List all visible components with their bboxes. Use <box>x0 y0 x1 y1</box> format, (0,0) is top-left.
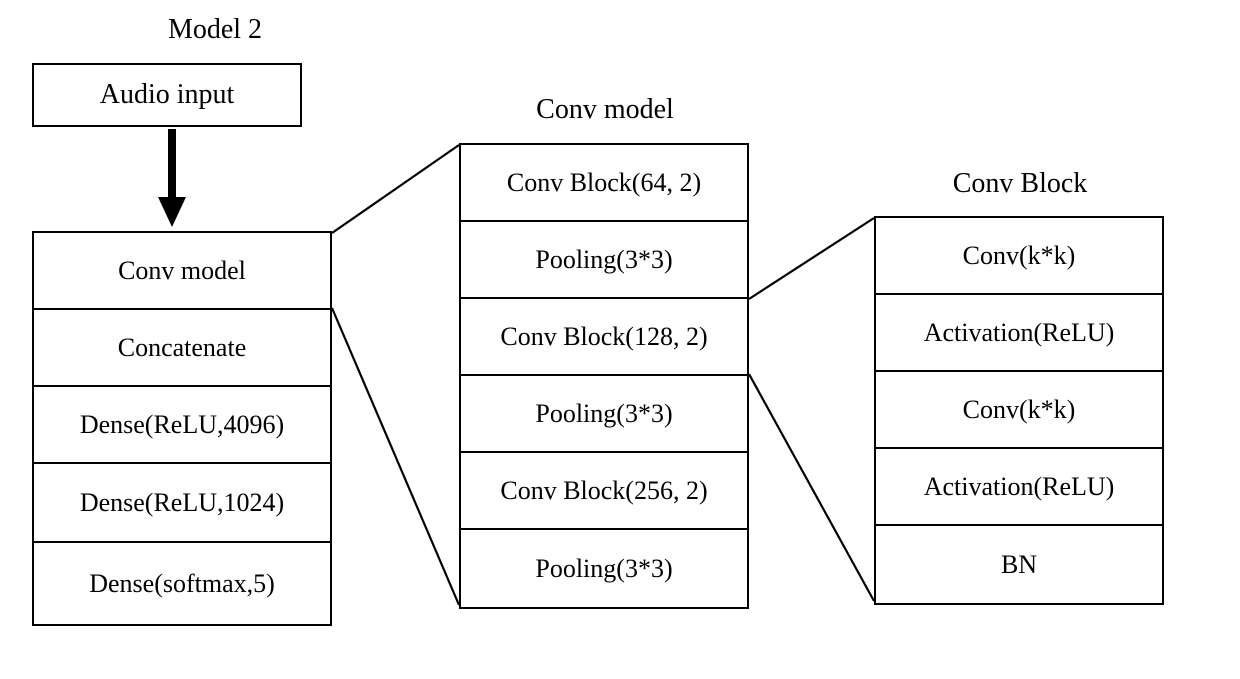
conv-block-layer-2: Conv(k*k) <box>876 372 1162 449</box>
conv-model-stack: Conv Block(64, 2) Pooling(3*3) Conv Bloc… <box>459 143 749 609</box>
title-conv-model: Conv model <box>505 94 705 126</box>
conv-model-layer-1: Pooling(3*3) <box>461 222 747 299</box>
model2-layer-3: Dense(ReLU,1024) <box>34 464 330 543</box>
conv-block-layer-3: Activation(ReLU) <box>876 449 1162 526</box>
arrow-input-to-model <box>152 127 192 231</box>
conv-model-layer-4: Conv Block(256, 2) <box>461 453 747 530</box>
conv-model-layer-0: Conv Block(64, 2) <box>461 145 747 222</box>
model2-layer-4: Dense(softmax,5) <box>34 543 330 624</box>
conv-block-layer-1: Activation(ReLU) <box>876 295 1162 372</box>
conv-model-layer-2: Conv Block(128, 2) <box>461 299 747 376</box>
conv-block-layer-4: BN <box>876 526 1162 603</box>
model2-stack: Conv model Concatenate Dense(ReLU,4096) … <box>32 231 332 626</box>
conv-block-layer-0: Conv(k*k) <box>876 218 1162 295</box>
title-conv-block: Conv Block <box>930 168 1110 200</box>
conv-model-layer-3: Pooling(3*3) <box>461 376 747 453</box>
title-model2: Model 2 <box>125 14 305 46</box>
audio-input-label: Audio input <box>100 79 235 111</box>
conv-block-stack: Conv(k*k) Activation(ReLU) Conv(k*k) Act… <box>874 216 1164 605</box>
audio-input-box: Audio input <box>32 63 302 127</box>
model2-layer-2: Dense(ReLU,4096) <box>34 387 330 464</box>
model2-layer-0: Conv model <box>34 233 330 310</box>
conv-model-layer-5: Pooling(3*3) <box>461 530 747 607</box>
model2-layer-1: Concatenate <box>34 310 330 387</box>
